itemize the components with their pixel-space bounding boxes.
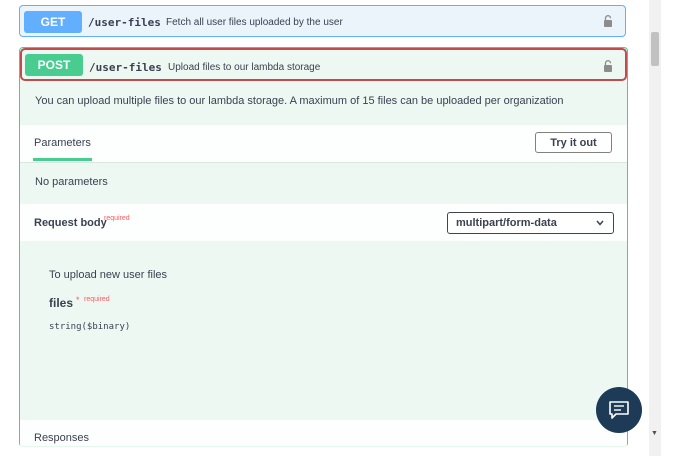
required-star: *: [76, 295, 80, 305]
responses-section-header: [20, 420, 627, 448]
get-user-files-operation[interactable]: GET /user-files Fetch all user files upl…: [19, 5, 626, 37]
get-path: /user-files: [88, 16, 161, 29]
post-path: /user-files: [89, 61, 162, 74]
responses-label: Responses: [34, 432, 90, 444]
get-method-badge: GET: [24, 11, 82, 33]
lock-icon[interactable]: [603, 15, 613, 27]
request-body-label: Request body: [34, 217, 107, 229]
get-summary: Fetch all user files uploaded by the use…: [166, 17, 343, 28]
scrollbar-track[interactable]: [649, 0, 661, 456]
files-field-name: files: [49, 296, 74, 310]
post-summary: Upload files to our lambda storage: [168, 62, 321, 73]
content-type-select[interactable]: multipart/form-data: [447, 212, 614, 234]
operation-description: You can upload multiple files to our lam…: [35, 95, 564, 107]
post-operation-header[interactable]: POST /user-files Upload files to our lam…: [20, 48, 627, 81]
post-user-files-operation: POST /user-files Upload files to our lam…: [19, 47, 628, 448]
post-method-badge: POST: [25, 54, 83, 76]
divider: [20, 162, 627, 163]
files-field-required: required: [84, 296, 110, 303]
scrollbar-thumb[interactable]: [651, 32, 659, 66]
active-tab-indicator: [33, 158, 92, 161]
request-body-required: required: [104, 215, 130, 222]
content-type-value: multipart/form-data: [456, 217, 557, 229]
scroll-down-arrow[interactable]: ▼: [651, 430, 658, 437]
files-field-type: string($binary): [49, 322, 131, 332]
chat-button[interactable]: [596, 387, 642, 433]
chat-icon: [609, 401, 629, 419]
request-body-description: To upload new user files: [49, 269, 168, 281]
try-it-out-button[interactable]: Try it out: [535, 132, 612, 153]
no-parameters-text: No parameters: [35, 176, 108, 188]
lock-icon[interactable]: [603, 60, 613, 72]
tab-parameters[interactable]: Parameters: [34, 137, 91, 149]
chevron-down-icon: [596, 220, 604, 226]
